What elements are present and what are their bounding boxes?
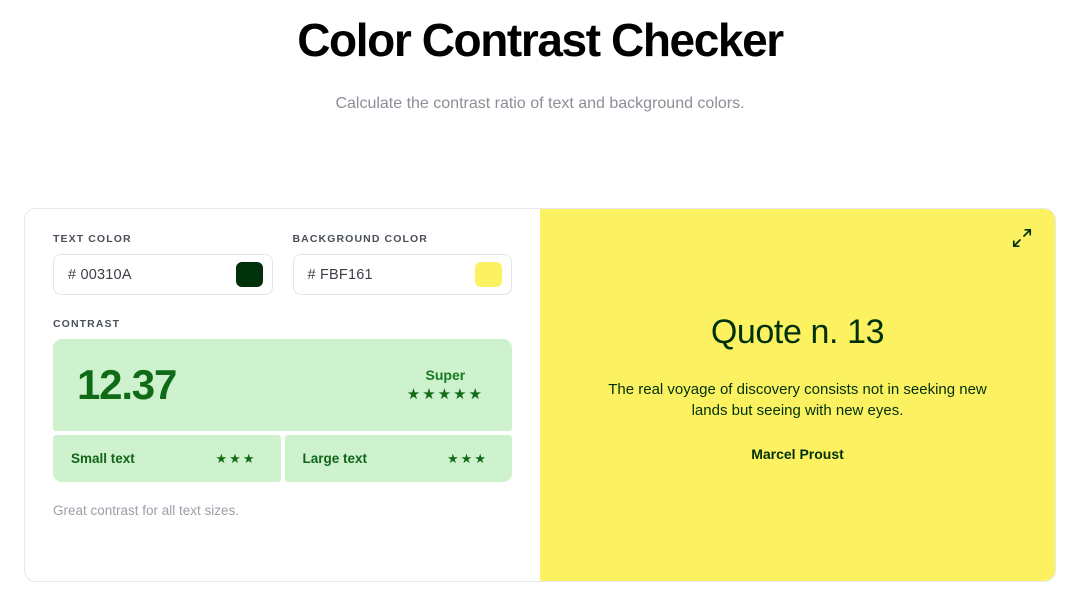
text-color-field: TEXT COLOR # 00310A	[53, 233, 273, 295]
page-title: Color Contrast Checker	[297, 14, 784, 66]
background-color-swatch[interactable]	[475, 262, 502, 287]
large-text-result: Large text ★★★	[284, 435, 512, 482]
contrast-rating-text: Super	[425, 367, 466, 383]
text-color-value: # 00310A	[68, 266, 132, 283]
expand-icon[interactable]	[1011, 227, 1033, 249]
background-color-label: BACKGROUND COLOR	[292, 233, 428, 245]
controls-panel: TEXT COLOR # 00310A BACKGROUND COLOR # F…	[25, 209, 540, 581]
large-text-stars: ★★★	[447, 450, 488, 466]
quote-author: Marcel Proust	[751, 445, 844, 462]
page-subtitle: Calculate the contrast ratio of text and…	[335, 95, 745, 112]
contrast-score-value: 12.37	[77, 361, 177, 408]
text-color-swatch[interactable]	[235, 262, 263, 287]
text-color-label: TEXT COLOR	[53, 233, 132, 245]
contrast-score-box: 12.37 Super ★★★★★	[53, 339, 512, 431]
background-color-value: # FBF161	[307, 266, 373, 283]
text-size-results-row: Small text ★★★ Large text ★★★	[53, 435, 512, 482]
small-text-stars: ★★★	[215, 450, 257, 466]
app-root: Color Contrast Checker Calculate the con…	[0, 0, 1080, 609]
color-fields-row: TEXT COLOR # 00310A BACKGROUND COLOR # F…	[53, 233, 512, 295]
text-color-input[interactable]: # 00310A	[53, 254, 273, 295]
background-color-field: BACKGROUND COLOR # FBF161	[292, 233, 512, 295]
contrast-checker-card: TEXT COLOR # 00310A BACKGROUND COLOR # F…	[24, 208, 1056, 582]
quote-body: The real voyage of discovery consists no…	[608, 380, 987, 419]
preview-panel: Quote n. 13 The real voyage of discovery…	[540, 209, 1055, 581]
small-text-label: Small text	[71, 451, 135, 466]
background-color-input[interactable]: # FBF161	[292, 254, 512, 295]
contrast-rating: Super ★★★★★	[407, 366, 484, 404]
quote-title: Quote n. 13	[710, 312, 885, 351]
contrast-label: CONTRAST	[53, 318, 121, 330]
large-text-label: Large text	[302, 451, 368, 466]
contrast-note: Great contrast for all text sizes.	[53, 503, 240, 518]
small-text-result: Small text ★★★	[53, 435, 281, 482]
contrast-rating-stars: ★★★★★	[406, 386, 484, 403]
